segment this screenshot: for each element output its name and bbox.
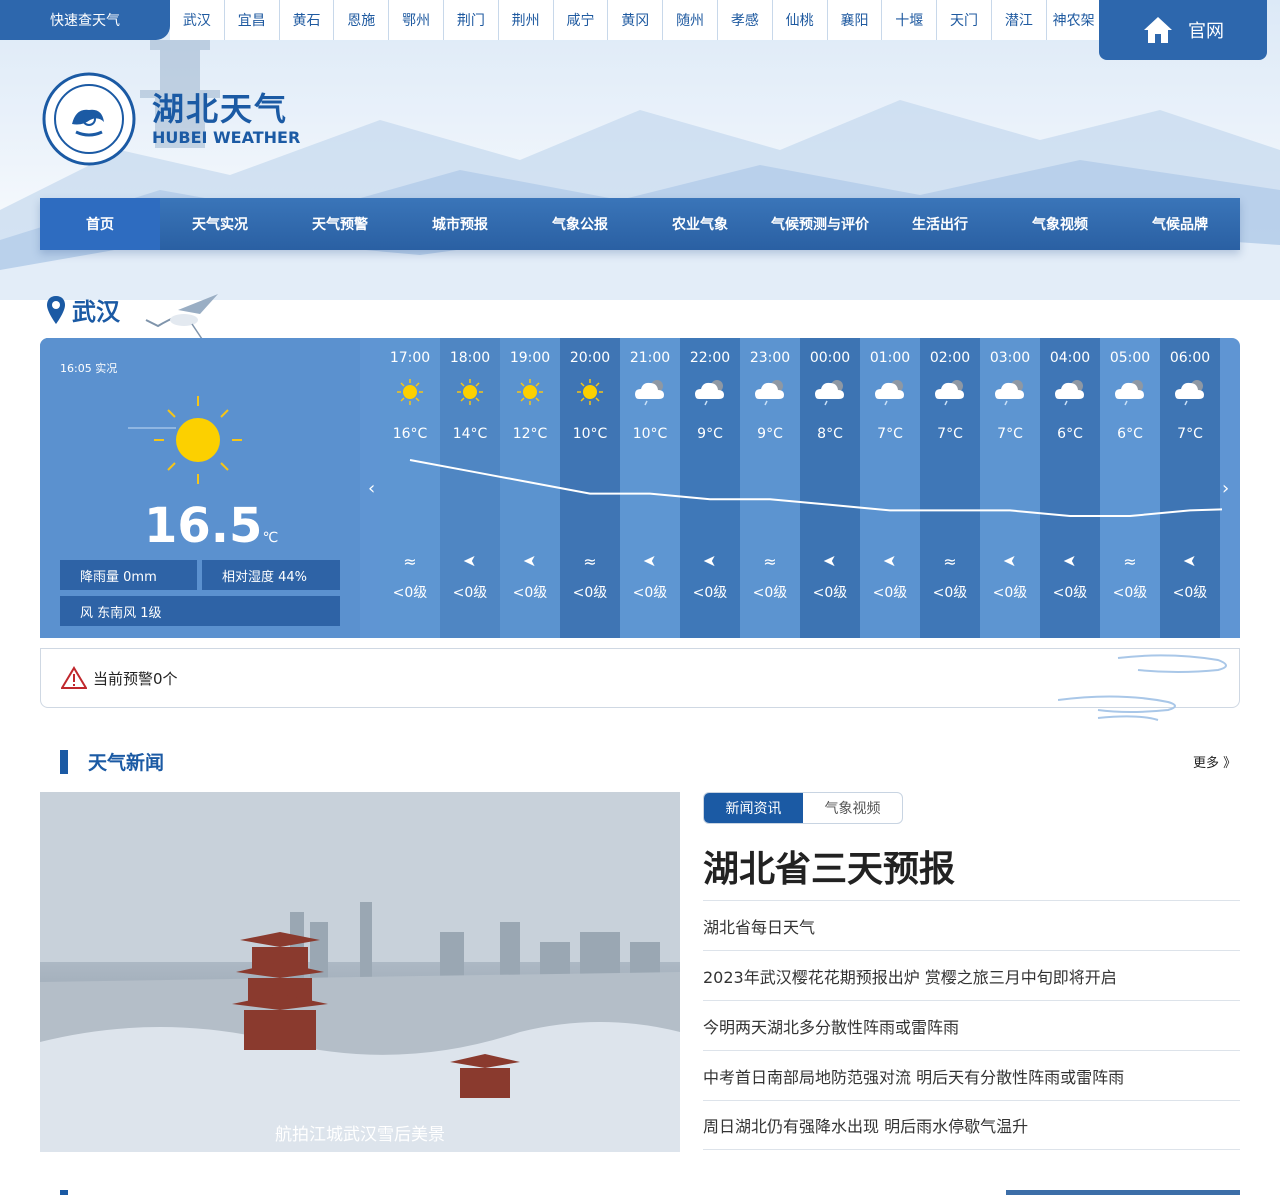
photo-caption: 航拍江城武汉雪后美景 [275,1124,445,1145]
city-link[interactable]: 鄂州 [389,0,444,40]
rainfall-stat: 降雨量 0mm [60,560,197,590]
section-marker [60,749,68,774]
city-link[interactable]: 神农架 [1046,0,1102,40]
home-icon [1144,17,1172,43]
city-link[interactable]: 天门 [937,0,992,40]
city-link[interactable]: 襄阳 [827,0,883,40]
sunny-icon [128,396,242,484]
city-link[interactable]: 荆门 [443,0,499,40]
warning-triangle-icon [61,666,87,689]
current-weather: 16:05 实况 16.5℃ 降雨量 0mm 相对湿度 44% 风 东南风 1级 [40,338,360,638]
city-link[interactable]: 咸宁 [553,0,609,40]
next-hours-button[interactable]: › [1222,478,1229,499]
nav-item-bulletin[interactable]: 气象公报 [520,198,640,250]
weather-panel: 16:05 实况 16.5℃ 降雨量 0mm 相对湿度 44% 风 东南风 1级… [40,338,1240,638]
nav-item-warning[interactable]: 天气预警 [280,198,400,250]
city-link[interactable]: 黄冈 [608,0,664,40]
next-section-banner [1006,1190,1240,1195]
news-tabs: 新闻资讯 气象视频 [703,792,903,824]
city-link[interactable]: 黄石 [279,0,335,40]
observation-time: 16:05 实况 [60,362,118,375]
nav-item-video[interactable]: 气象视频 [1000,198,1120,250]
news-list: 湖北省每日天气 2023年武汉樱花花期预报出炉 赏樱之旅三月中旬即将开启 今明两… [703,900,1240,1150]
news-section-title: 天气新闻 [60,748,164,775]
nav-item-home[interactable]: 首页 [40,198,160,250]
city-link[interactable]: 宜昌 [224,0,280,40]
nav-item-travel[interactable]: 生活出行 [880,198,1000,250]
current-temperature: 16.5℃ [144,498,279,554]
news-headline[interactable]: 湖北省三天预报 [703,840,955,892]
news-item[interactable]: 2023年武汉樱花花期预报出炉 赏樱之旅三月中旬即将开启 [703,950,1240,1000]
nav-item-city-forecast[interactable]: 城市预报 [400,198,520,250]
tab-weather-video[interactable]: 气象视频 [803,793,902,823]
brand-title: 湖北天气 [152,90,289,128]
city-list: 武汉 宜昌 黄石 恩施 鄂州 荆门 荆州 咸宁 黄冈 随州 孝感 仙桃 襄阳 十… [170,0,1102,40]
brand-subtitle: HUBEI WEATHER [152,128,301,147]
prev-hours-button[interactable]: ‹ [368,478,375,499]
nav-item-observation[interactable]: 天气实况 [160,198,280,250]
city-link[interactable]: 潜江 [991,0,1047,40]
cma-emblem-icon [42,72,136,166]
cloud-ornament-icon [1058,654,1227,721]
official-site-label: 官网 [1188,21,1224,42]
snowy-city-image [40,792,680,1152]
city-link[interactable]: 荆州 [498,0,554,40]
humidity-stat: 相对湿度 44% [202,560,340,590]
location-pin-icon [47,295,65,324]
city-link[interactable]: 随州 [663,0,718,40]
main-nav: 首页 天气实况 天气预警 城市预报 气象公报 农业气象 气候预测与评价 生活出行… [40,198,1240,250]
city-link[interactable]: 十堰 [882,0,938,40]
news-item[interactable]: 今明两天湖北多分散性阵雨或雷阵雨 [703,1000,1240,1050]
tab-news[interactable]: 新闻资讯 [704,793,803,823]
site-logo[interactable]: 湖北天气 HUBEI WEATHER [42,72,300,166]
wind-stat: 风 东南风 1级 [60,596,340,626]
nav-item-agriculture[interactable]: 农业气象 [640,198,760,250]
location-name: 武汉 [72,298,120,326]
quick-weather-label: 快速查天气 [0,0,170,40]
featured-news-photo[interactable]: 航拍江城武汉雪后美景 [40,792,680,1152]
location-label[interactable]: 武汉 [46,292,120,327]
city-link[interactable]: 恩施 [334,0,390,40]
news-title-text: 天气新闻 [88,752,165,774]
news-item[interactable]: 中考首日南部局地防范强对流 明后天有分散性阵雨或雷阵雨 [703,1050,1240,1100]
nav-item-climate[interactable]: 气候预测与评价 [760,198,880,250]
temperature-trend-line [409,459,1222,517]
next-section-marker [60,1190,68,1195]
news-item[interactable]: 湖北省每日天气 [703,900,1240,950]
temperature-trend-path [409,459,1222,517]
city-link[interactable]: 仙桃 [772,0,828,40]
city-link[interactable]: 孝感 [717,0,773,40]
more-news-link[interactable]: 更多 》 [1193,752,1236,771]
city-link[interactable]: 武汉 [170,0,225,40]
city-quickbar: 快速查天气 武汉 宜昌 黄石 恩施 鄂州 荆门 荆州 咸宁 黄冈 随州 孝感 仙… [0,0,1280,60]
nav-item-brand[interactable]: 气候品牌 [1120,198,1240,250]
news-item[interactable]: 周日湖北仍有强降水出现 明后雨水停歇气温升 [703,1100,1240,1150]
warning-count: 当前预警0个 [93,669,178,688]
official-site-button[interactable]: 官网 [1099,0,1267,60]
